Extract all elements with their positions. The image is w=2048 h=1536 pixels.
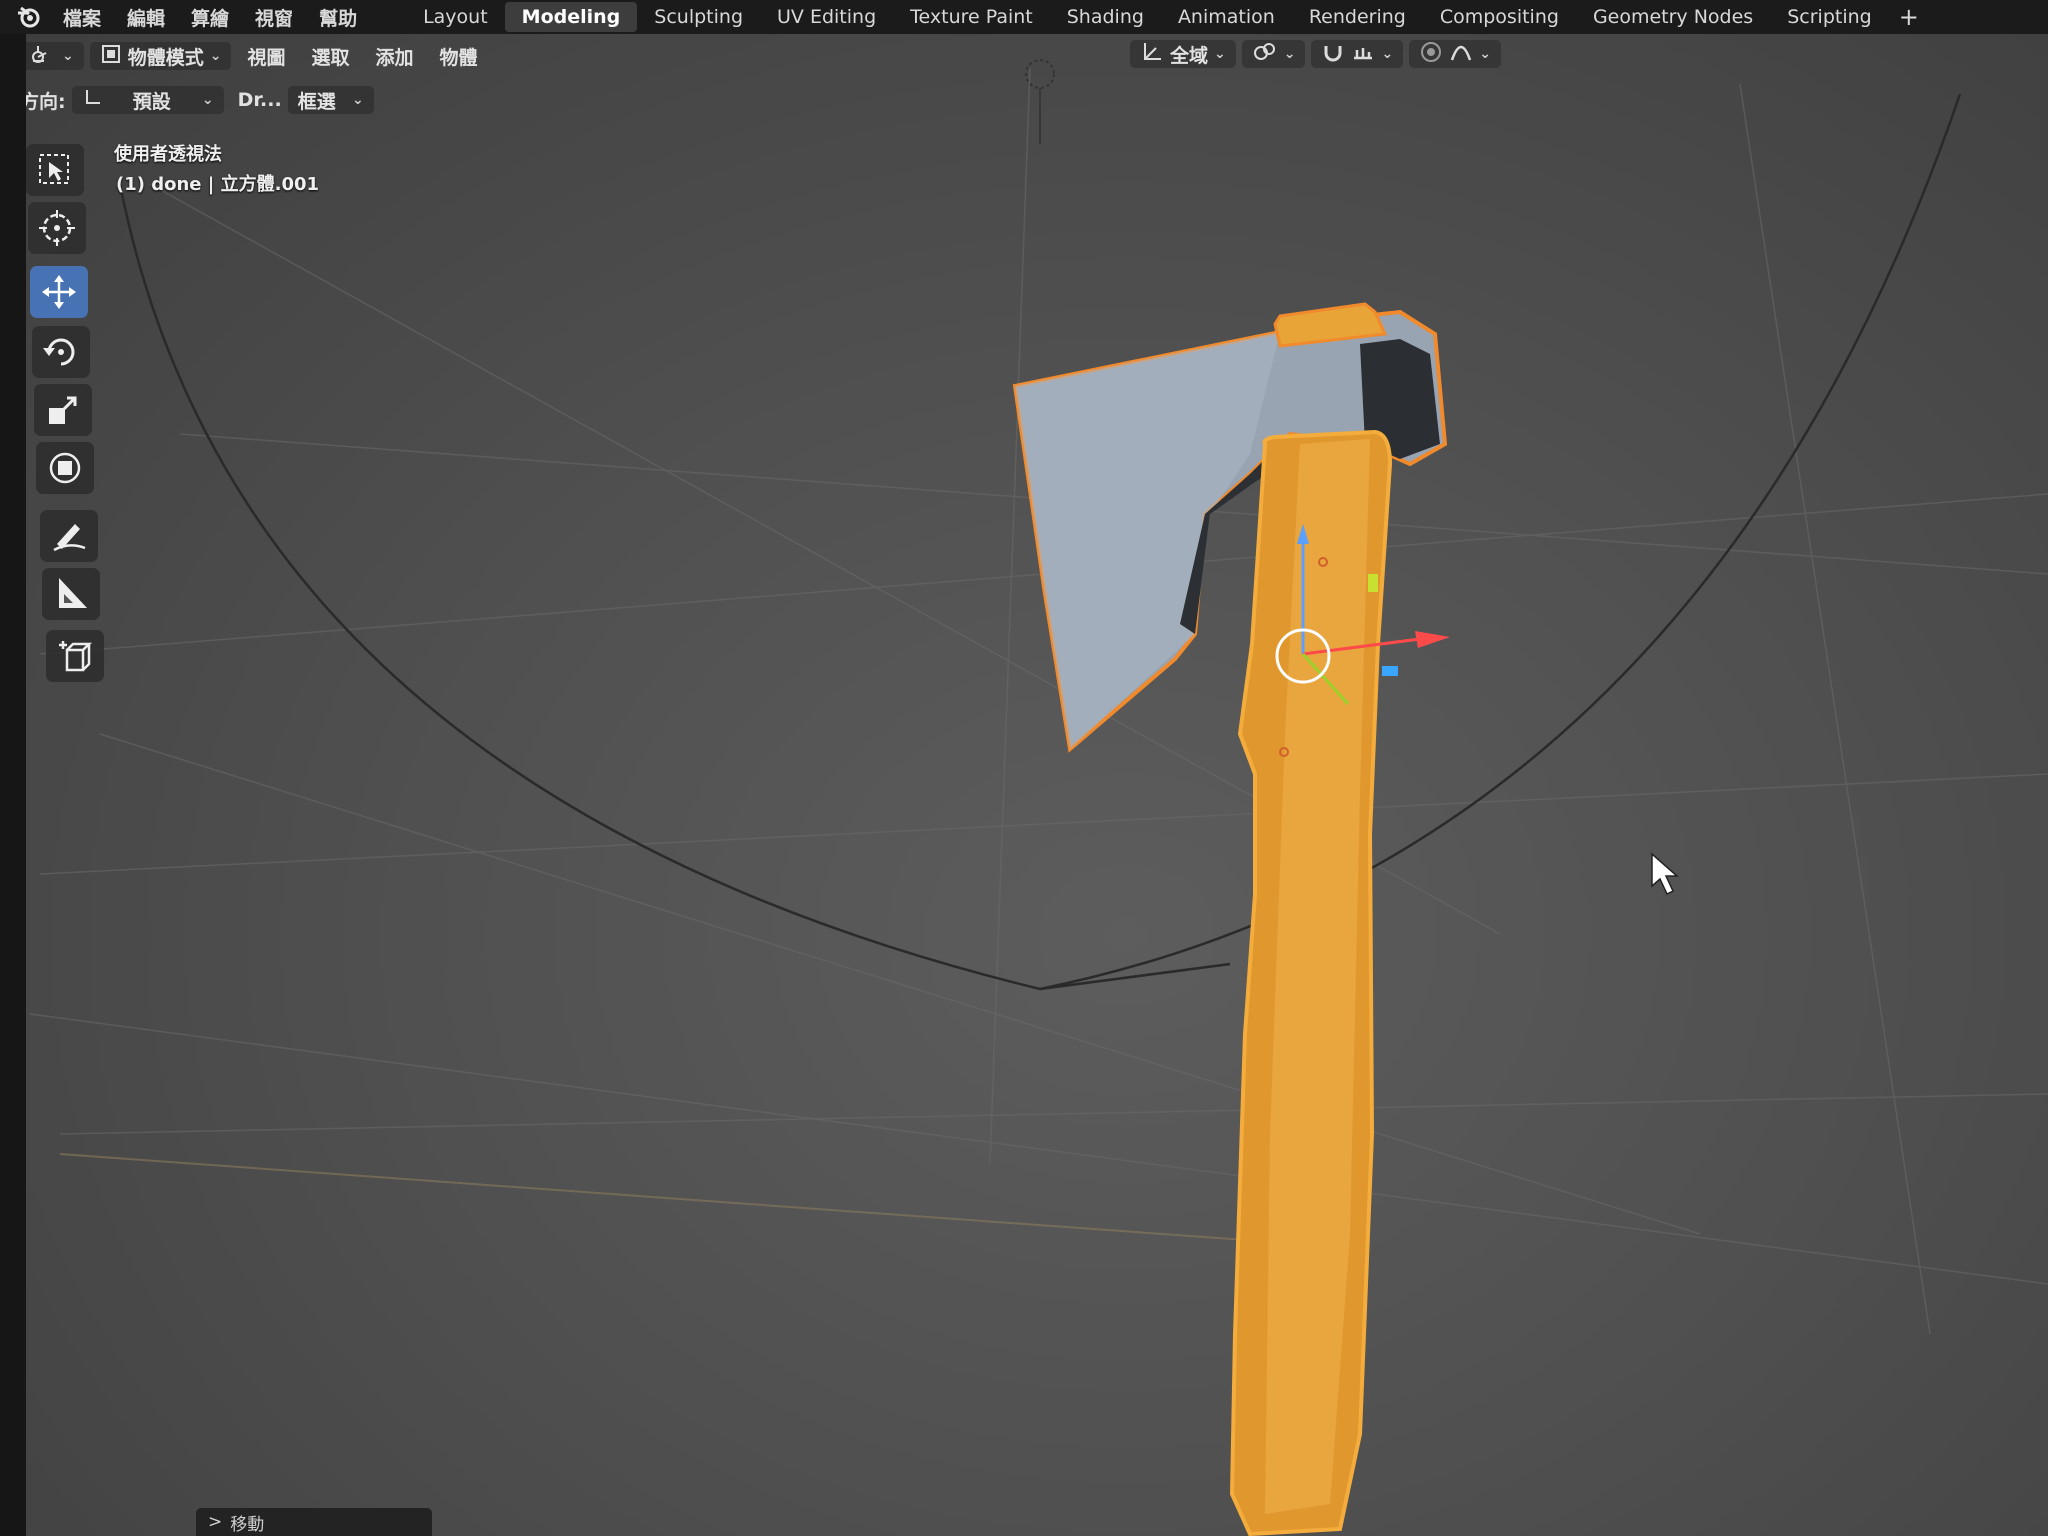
proportional-edit-icon: [1419, 40, 1443, 69]
pivot-icon: [1252, 40, 1278, 69]
tab-sculpting[interactable]: Sculpting: [637, 2, 760, 32]
chevron-down-icon: ⌄: [1283, 46, 1296, 62]
snap-increment-icon: [1351, 40, 1375, 69]
chevron-down-icon: ⌄: [62, 48, 74, 64]
tab-rendering[interactable]: Rendering: [1292, 2, 1423, 32]
chevron-down-icon: ⌄: [209, 48, 222, 64]
editor-type-button[interactable]: ⌄: [20, 42, 84, 70]
axe-object[interactable]: [1012, 302, 1448, 1536]
proportional-edit-toggle[interactable]: ⌄: [1409, 40, 1501, 68]
transform-orientation-dropdown[interactable]: 全域 ⌄: [1130, 40, 1236, 68]
menu-add[interactable]: 添加: [366, 42, 424, 70]
drag-label: Dr...: [237, 89, 282, 111]
gizmo-axes-icon: [82, 88, 102, 113]
tab-compositing[interactable]: Compositing: [1423, 2, 1576, 32]
viewport-header-center: 全域 ⌄ ⌄ ⌄ ⌄: [1130, 40, 1501, 68]
blender-logo-icon[interactable]: [14, 2, 44, 32]
magnet-icon: [1321, 40, 1345, 69]
mode-selector[interactable]: 物體模式 ⌄: [89, 42, 232, 70]
editor-type-icon: [30, 43, 56, 70]
tool-annotate[interactable]: [40, 510, 98, 562]
tab-scripting[interactable]: Scripting: [1770, 2, 1889, 32]
last-operator-label: 移動: [230, 1514, 265, 1535]
view-name-label: 使用者透視法: [114, 144, 222, 165]
add-cube-icon: [59, 641, 93, 672]
menu-window[interactable]: 視窗: [242, 4, 306, 31]
tool-move[interactable]: [30, 266, 88, 318]
chevron-down-icon: ⌄: [1214, 46, 1226, 62]
orientation-title: 方向:: [20, 90, 66, 113]
tool-transform[interactable]: [36, 442, 94, 494]
scale-icon: [49, 396, 77, 424]
tool-select-box[interactable]: [26, 144, 84, 196]
orientation-value: 預設: [132, 90, 171, 113]
tab-layout[interactable]: Layout: [406, 2, 505, 32]
drag-select-dropdown[interactable]: 框選 ⌄: [287, 86, 374, 114]
orientation-dropdown[interactable]: 預設 ⌄: [71, 86, 224, 114]
workspace-bar: 檔案 編輯 算繪 視窗 幫助 Layout Modeling Sculpting…: [0, 0, 2048, 34]
object-mode-icon: [100, 43, 122, 70]
add-workspace-button[interactable]: +: [1889, 3, 1929, 31]
x-axis-line: [59, 1153, 1301, 1245]
tab-shading[interactable]: Shading: [1050, 2, 1161, 32]
transform-icon: [49, 452, 81, 484]
cursor-icon: [39, 210, 75, 246]
tool-measure[interactable]: [42, 568, 100, 620]
tab-animation[interactable]: Animation: [1161, 2, 1292, 32]
menu-help[interactable]: 幫助: [306, 4, 370, 31]
last-operator-panel[interactable]: > 移動: [196, 1508, 432, 1536]
rotate-icon: [43, 338, 75, 366]
tool-cursor[interactable]: [28, 202, 86, 254]
tool-add-cube[interactable]: [46, 630, 104, 682]
main-menu: 檔案 編輯 算繪 視窗 幫助: [50, 4, 370, 31]
chevron-down-icon: ⌄: [1381, 46, 1394, 62]
measure-icon: [59, 578, 87, 608]
pivot-point-dropdown[interactable]: ⌄: [1241, 40, 1306, 69]
viewport-scene: [29, 59, 2048, 1536]
tab-texture-paint[interactable]: Texture Paint: [893, 2, 1050, 32]
mouse-cursor-icon: [1651, 852, 1679, 896]
workspace-tabs: Layout Modeling Sculpting UV Editing Tex…: [406, 0, 1929, 34]
menu-object[interactable]: 物體: [430, 42, 488, 70]
tab-geometry-nodes[interactable]: Geometry Nodes: [1576, 2, 1770, 32]
menu-view[interactable]: 視圖: [237, 42, 295, 70]
mode-label: 物體模式: [127, 46, 204, 69]
move-icon: [42, 275, 76, 309]
tool-settings-bar: 方向: 預設 ⌄ Dr... 框選 ⌄: [20, 86, 374, 114]
grid-floor: [29, 67, 2048, 1335]
chevron-down-icon: ⌄: [201, 92, 214, 108]
screen-bezel: [0, 34, 26, 1536]
tool-rotate[interactable]: [32, 326, 90, 378]
orientation-label: 全域: [1170, 44, 1209, 67]
chevron-down-icon: ⌄: [1479, 46, 1491, 62]
annotate-icon: [53, 524, 86, 552]
menu-render[interactable]: 算繪: [178, 4, 242, 31]
3d-viewport[interactable]: ⌄ 物體模式 ⌄ 視圖 選取 添加 物體 全域 ⌄ ⌄ ⌄ ⌄ 方向: 預設 ⌄…: [0, 34, 2048, 1536]
menu-select[interactable]: 選取: [302, 42, 360, 70]
expand-arrow-icon: >: [208, 1512, 223, 1532]
tab-uv-editing[interactable]: UV Editing: [760, 2, 893, 32]
menu-file[interactable]: 檔案: [50, 4, 114, 31]
curve-outline-2: [1039, 962, 1231, 991]
chevron-down-icon: ⌄: [351, 92, 364, 108]
snap-toggle[interactable]: ⌄: [1311, 40, 1404, 69]
viewport-header: ⌄ 物體模式 ⌄ 視圖 選取 添加 物體: [20, 42, 488, 70]
orientation-axes-icon: [1140, 40, 1164, 69]
blender-window: 檔案 編輯 算繪 視窗 幫助 Layout Modeling Sculpting…: [0, 0, 2048, 1536]
tab-modeling[interactable]: Modeling: [504, 2, 638, 32]
select-box-icon: [39, 154, 69, 184]
falloff-icon: [1449, 40, 1473, 69]
object-info-label: (1) done | 立方體.001: [116, 174, 320, 195]
menu-edit[interactable]: 編輯: [114, 4, 178, 31]
select-mode-value: 框選: [297, 90, 336, 113]
tool-scale[interactable]: [34, 384, 92, 436]
